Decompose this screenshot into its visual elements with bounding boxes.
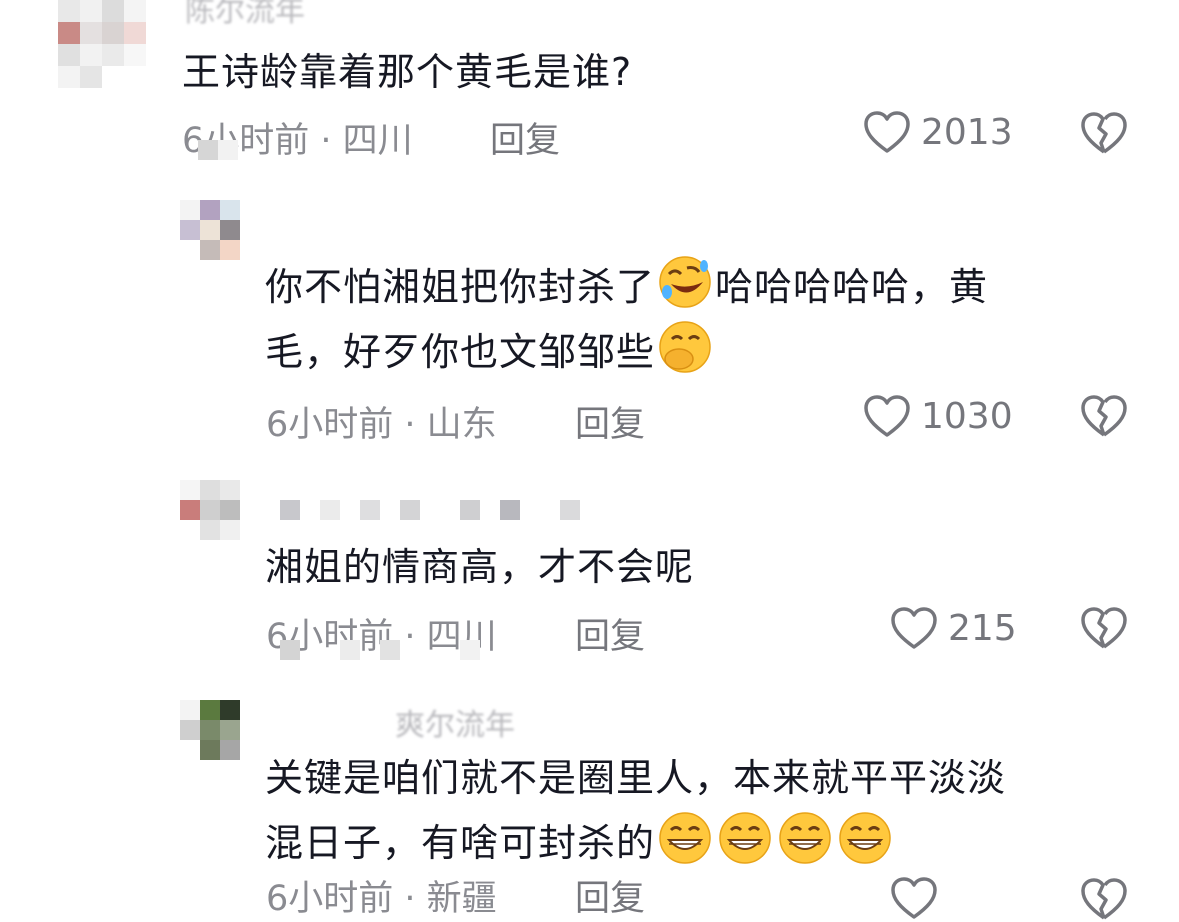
blur-patch (198, 140, 258, 160)
avatar[interactable] (180, 200, 240, 260)
comment-meta: 6小时前 · 山东 (266, 405, 497, 445)
username-mosaic[interactable] (280, 500, 580, 530)
broken-heart-icon[interactable] (1080, 605, 1128, 651)
grinning-face-emoji (719, 812, 771, 864)
broken-heart-icon[interactable] (1080, 110, 1128, 156)
reply-button[interactable]: 回复 (575, 608, 645, 659)
like-button[interactable]: 215 (890, 606, 1017, 650)
face-with-hand-over-mouth-emoji (659, 321, 711, 373)
avatar[interactable] (180, 700, 240, 760)
comment-text-part: 哈哈哈哈哈，黄 (715, 265, 989, 309)
heart-outline-icon (864, 395, 910, 437)
avatar[interactable] (180, 480, 240, 540)
rolling-on-floor-laughing-emoji (659, 256, 711, 308)
comment-text: 王诗龄靠着那个黄毛是谁? (182, 50, 633, 94)
comment-meta: 6小时前 · 新疆 (266, 879, 497, 919)
comment-text-part: 你不怕湘姐把你封杀了 (265, 265, 656, 309)
grinning-face-emoji (659, 812, 711, 864)
comment-text-part: 关键是咱们就不是圈里人，本来就平平淡淡 (265, 756, 1007, 800)
like-button[interactable]: 1030 (863, 394, 1013, 438)
comment-text: 你不怕湘姐把你封杀了 哈哈哈哈哈，黄 毛，好歹你也文邹邹些 (265, 254, 988, 384)
heart-outline-icon (864, 111, 910, 153)
reply-button[interactable]: 回复 (490, 112, 560, 163)
comment-text: 湘姐的情商高，才不会呢 (265, 545, 695, 589)
comment-username[interactable]: 陈尔流年 (185, 0, 305, 30)
heart-outline-icon[interactable] (890, 876, 938, 920)
like-button[interactable]: 2013 (863, 110, 1013, 154)
like-count: 1030 (921, 395, 1013, 437)
blur-patch (280, 640, 540, 660)
reply-button[interactable]: 回复 (575, 870, 645, 921)
broken-heart-icon[interactable] (1080, 393, 1128, 439)
broken-heart-icon[interactable] (1080, 876, 1128, 922)
like-count: 215 (948, 607, 1017, 649)
reply-button[interactable]: 回复 (575, 396, 645, 447)
comment-text-part: 毛，好歹你也文邹邹些 (265, 330, 656, 374)
grinning-face-emoji (779, 812, 831, 864)
grinning-face-emoji (839, 812, 891, 864)
comment-username[interactable]: 爽尔流年 (395, 700, 515, 744)
like-count: 2013 (921, 111, 1013, 153)
avatar[interactable] (58, 0, 158, 92)
comment-text-part: 混日子，有啥可封杀的 (265, 821, 656, 865)
heart-outline-icon (891, 607, 937, 649)
comment-text: 关键是咱们就不是圈里人，本来就平平淡淡 混日子，有啥可封杀的 (265, 746, 1006, 875)
